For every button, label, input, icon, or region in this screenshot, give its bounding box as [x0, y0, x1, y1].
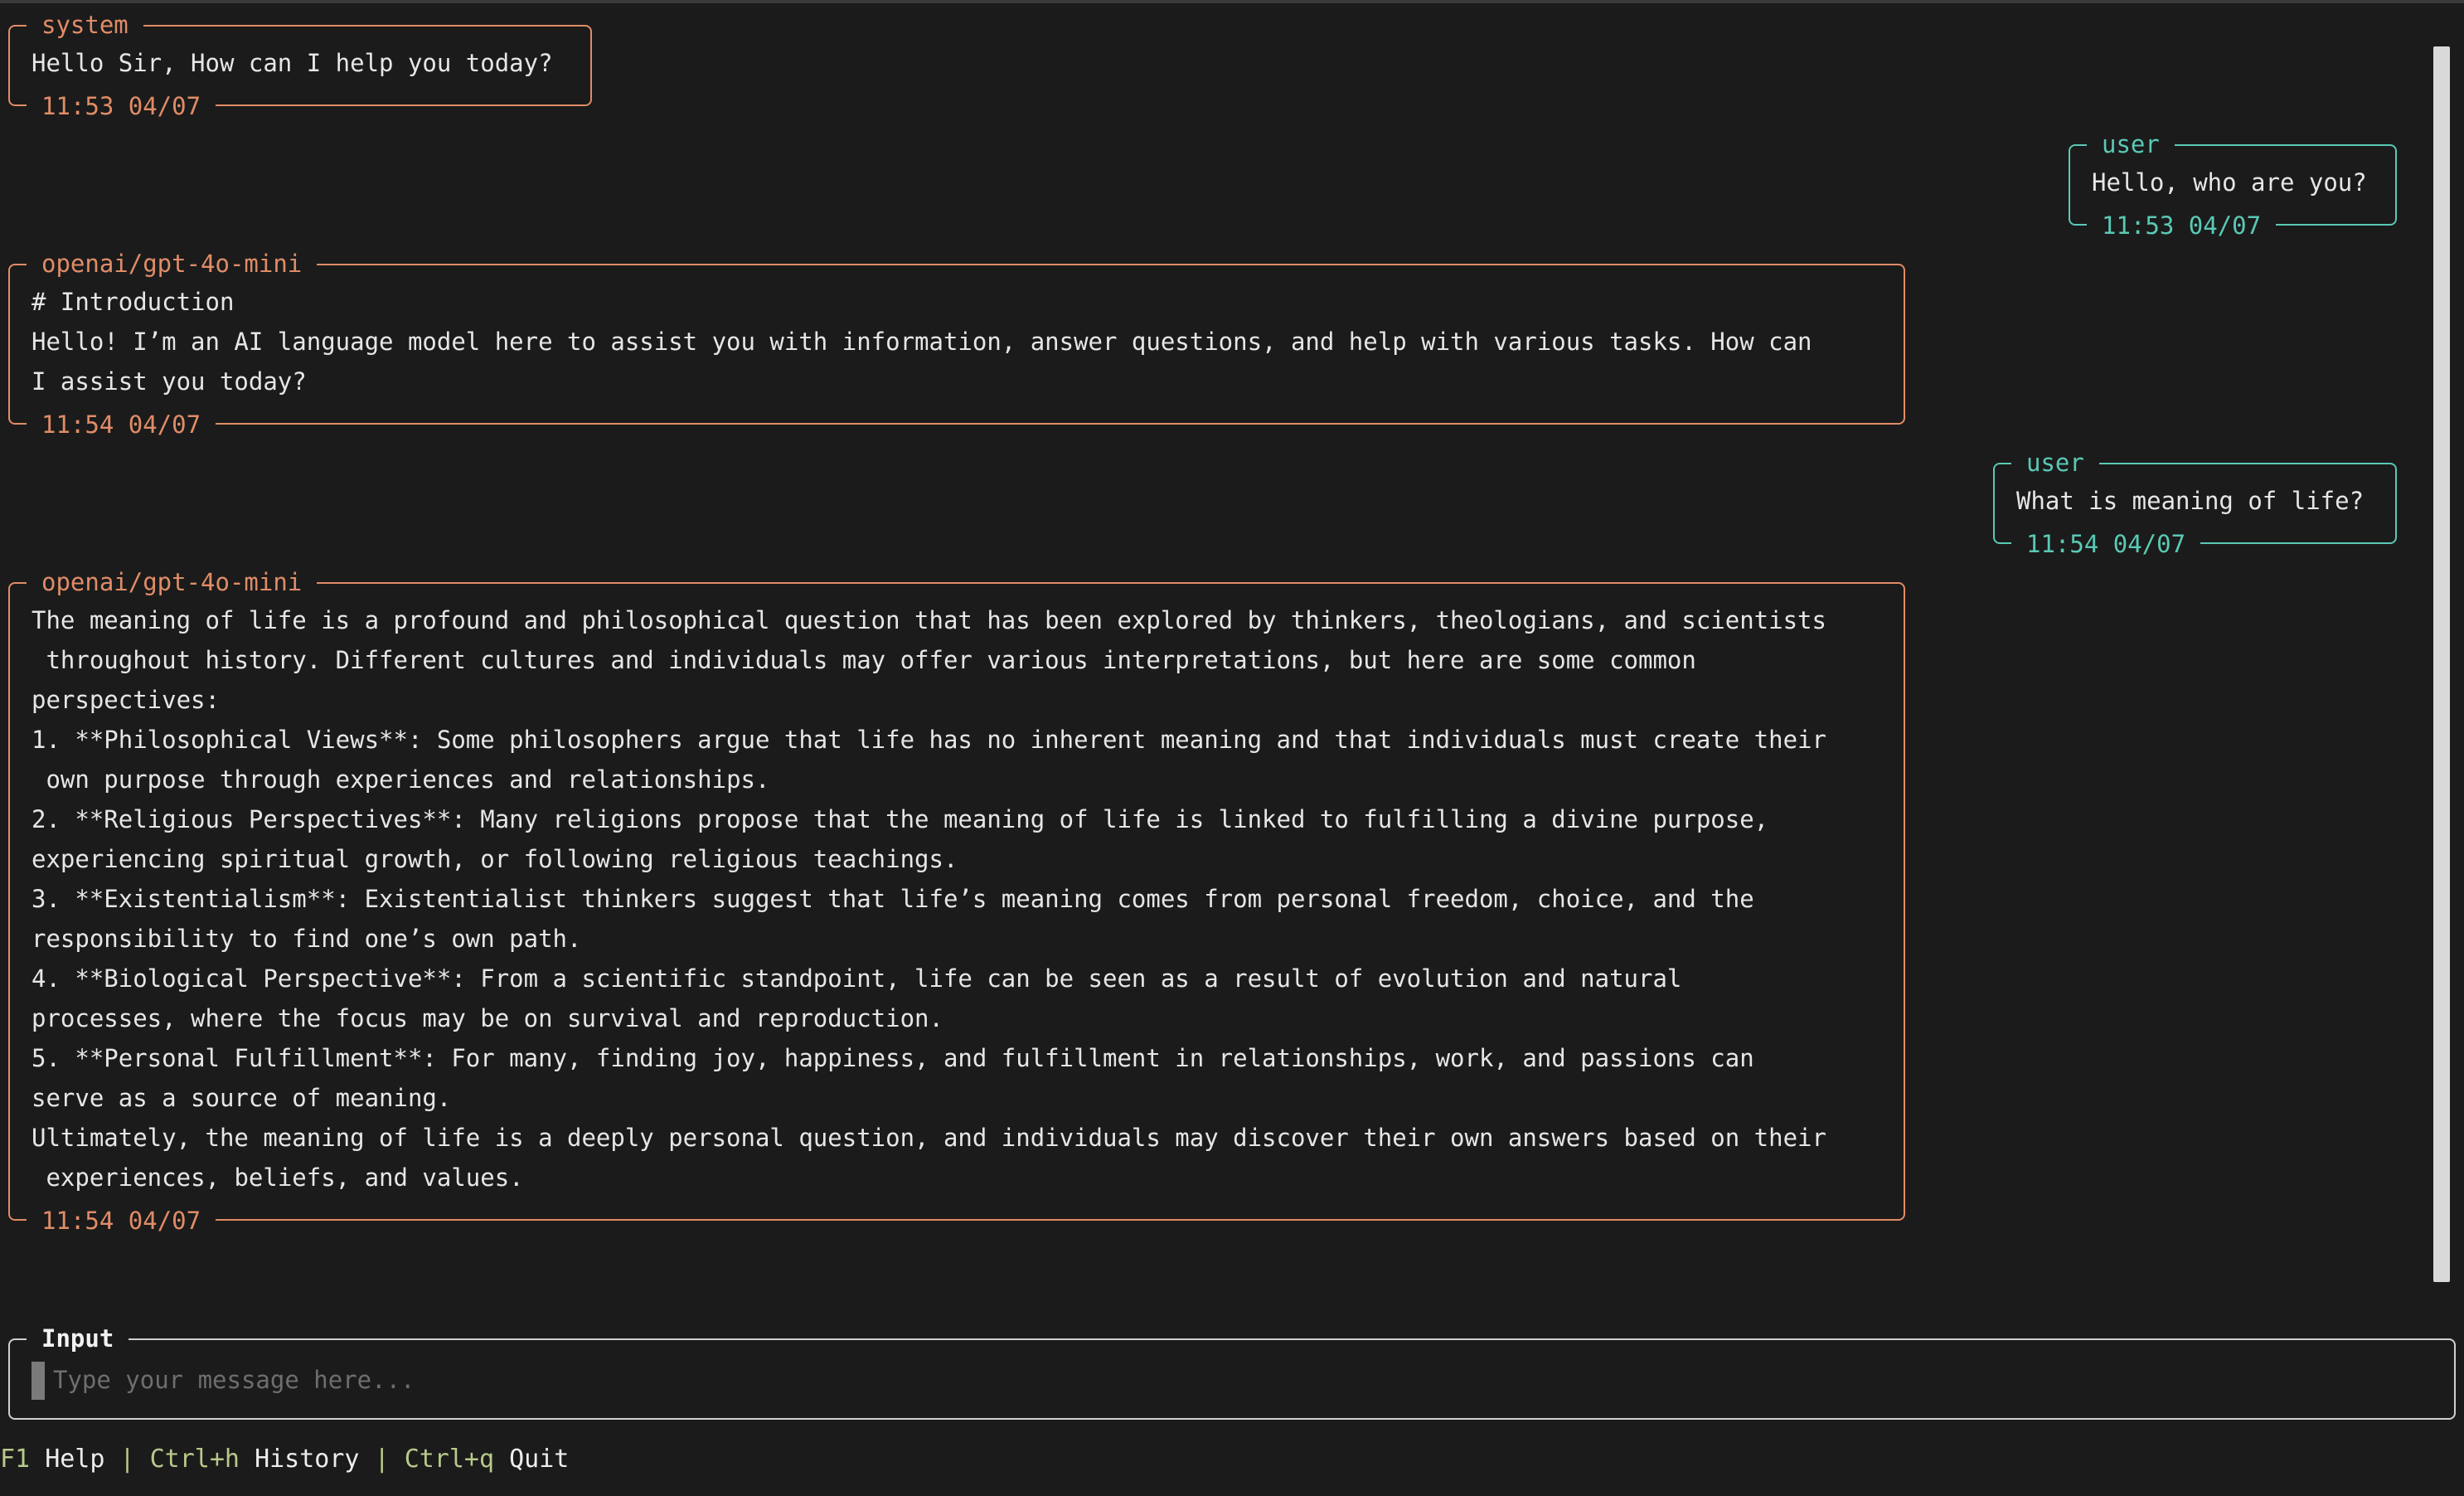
chat-scrollbar[interactable] [2433, 46, 2450, 1282]
help-label[interactable]: Help [45, 1445, 104, 1474]
input-title: Input [27, 1324, 129, 1353]
quit-label[interactable]: Quit [509, 1445, 569, 1474]
message-timestamp: 11:54 04/07 [27, 410, 216, 440]
keybinding-footer: F1 Help | Ctrl+h History | Ctrl+q Quit [0, 1443, 569, 1476]
chat-scrollbar-thumb[interactable] [2433, 46, 2450, 1282]
message-input[interactable] [53, 1360, 2424, 1400]
help-key[interactable]: F1 [0, 1445, 30, 1474]
message-role: user [2011, 448, 2099, 478]
message-text: The meaning of life is a profound and ph… [32, 606, 1826, 1192]
message-assistant: openai/gpt-4o-mini # Introduction Hello!… [8, 249, 1905, 440]
message-role: system [27, 10, 143, 40]
footer-separator: | [374, 1445, 390, 1474]
message-timestamp: 11:53 04/07 [27, 91, 216, 121]
message-text: # Introduction Hello! I’m an AI language… [32, 288, 1812, 396]
message-input-box[interactable]: Input [8, 1324, 2456, 1420]
message-system: system Hello Sir, How can I help you tod… [8, 10, 592, 121]
message-user: user What is meaning of life? 11:54 04/0… [1993, 448, 2397, 559]
message-timestamp: 11:53 04/07 [2087, 211, 2277, 240]
text-cursor [32, 1362, 45, 1400]
footer-separator: | [119, 1445, 135, 1474]
message-role: user [2087, 129, 2175, 159]
message-timestamp: 11:54 04/07 [2011, 529, 2201, 559]
message-assistant: openai/gpt-4o-mini The meaning of life i… [8, 567, 1905, 1236]
message-role: openai/gpt-4o-mini [27, 249, 318, 279]
message-timestamp: 11:54 04/07 [27, 1206, 216, 1236]
chat-log[interactable]: system Hello Sir, How can I help you tod… [0, 0, 2433, 1294]
message-user: user Hello, who are you? 11:53 04/07 [2069, 129, 2397, 240]
message-role: openai/gpt-4o-mini [27, 567, 318, 597]
quit-key[interactable]: Ctrl+q [405, 1445, 494, 1474]
history-key[interactable]: Ctrl+h [150, 1445, 240, 1474]
history-label[interactable]: History [255, 1445, 359, 1474]
